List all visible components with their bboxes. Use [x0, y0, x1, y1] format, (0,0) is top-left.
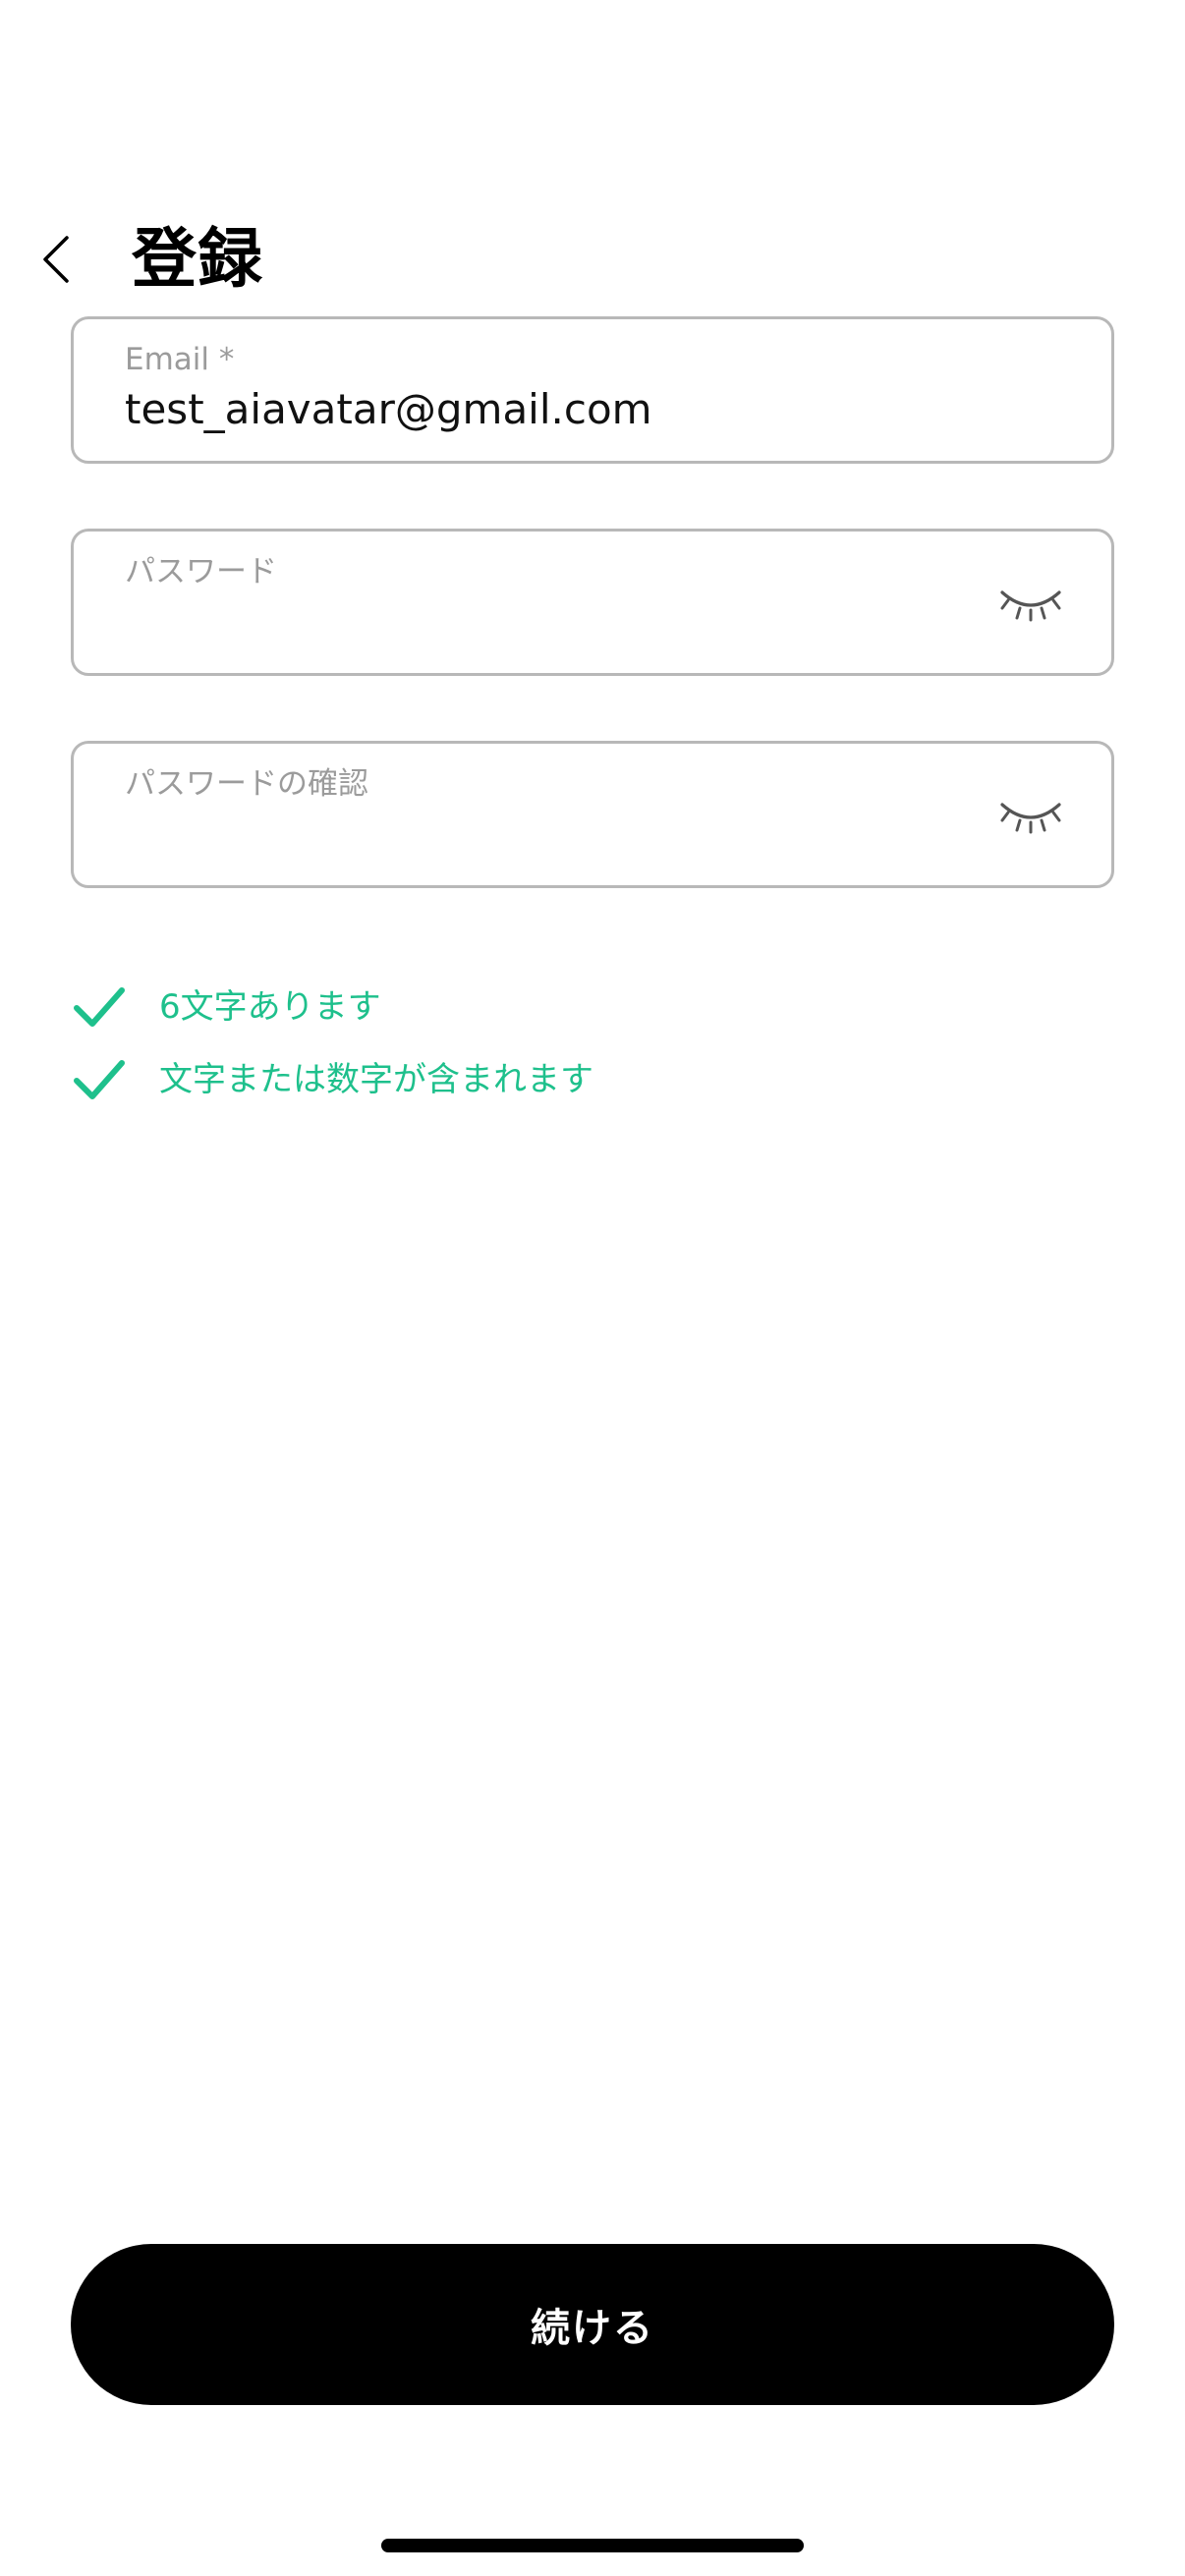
password-requirements: 6文字あります 文字または数字が含まれます — [71, 971, 1053, 1116]
confirm-password-field-label: パスワードの確認 — [125, 766, 368, 802]
requirement-item: 6文字あります — [71, 971, 1053, 1043]
eye-closed-icon — [1000, 803, 1061, 834]
password-visibility-toggle[interactable] — [995, 575, 1066, 634]
password-field[interactable]: パスワード — [71, 529, 1114, 676]
check-icon — [71, 1057, 128, 1102]
page-title: 登録 — [132, 221, 263, 297]
continue-button-label: 続ける — [531, 2306, 654, 2351]
requirement-text: 6文字あります — [159, 987, 381, 1027]
email-input[interactable]: test_aiavatar@gmail.com — [125, 384, 989, 435]
eye-closed-icon — [1000, 590, 1061, 622]
chevron-left-icon — [43, 236, 69, 283]
email-field-label: Email * — [125, 342, 235, 377]
continue-button[interactable]: 続ける — [71, 2244, 1114, 2405]
confirm-password-field[interactable]: パスワードの確認 — [71, 741, 1114, 888]
home-indicator[interactable] — [381, 2539, 804, 2552]
header: 登録 — [0, 206, 1185, 314]
back-button[interactable] — [29, 228, 83, 291]
check-icon — [71, 984, 128, 1030]
email-field[interactable]: Email * test_aiavatar@gmail.com — [71, 316, 1114, 464]
password-field-label: パスワード — [125, 554, 277, 589]
requirement-text: 文字または数字が含まれます — [159, 1060, 593, 1099]
requirement-item: 文字または数字が含まれます — [71, 1043, 1053, 1116]
confirm-password-visibility-toggle[interactable] — [995, 787, 1066, 846]
